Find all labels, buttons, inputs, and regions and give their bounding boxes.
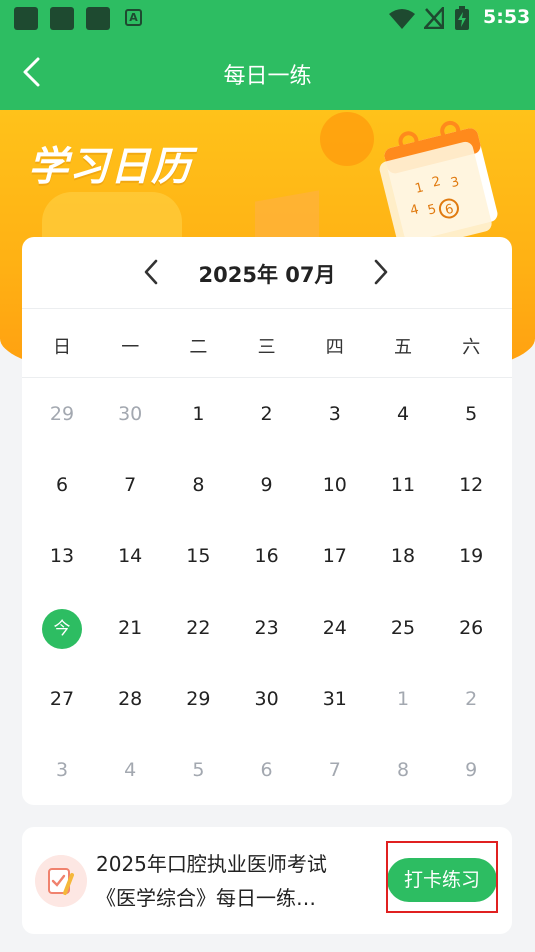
day-cell[interactable]: 6 [28, 465, 96, 505]
day-cell[interactable]: 24 [301, 608, 369, 648]
day-cell-other-month[interactable]: 8 [369, 750, 437, 790]
weekday-label: 五 [394, 337, 412, 358]
day-cell-other-month[interactable]: 29 [28, 394, 96, 434]
app-notification-icon: A [125, 9, 142, 26]
next-month-button[interactable] [365, 257, 395, 287]
day-cell[interactable]: 7 [96, 465, 164, 505]
day-cell[interactable]: 8 [164, 465, 232, 505]
practice-title-line1: 2025年口腔执业医师考试 [96, 852, 327, 876]
day-cell-other-month[interactable]: 6 [233, 750, 301, 790]
weekday-header: 日一二三四五六 [22, 309, 512, 377]
nav-bar: 每日一练 [0, 36, 535, 110]
day-cell-other-month[interactable]: 4 [96, 750, 164, 790]
day-cell[interactable]: 16 [233, 536, 301, 576]
no-signal-icon [424, 7, 444, 29]
day-cell[interactable]: 19 [437, 536, 505, 576]
day-cell-other-month[interactable]: 7 [301, 750, 369, 790]
today-day-cell[interactable]: 今 [28, 608, 96, 649]
day-cell[interactable]: 21 [96, 608, 164, 648]
today-badge: 今 [42, 608, 82, 649]
day-cell-other-month[interactable]: 1 [369, 679, 437, 719]
notification-icon [50, 7, 74, 30]
practice-card[interactable]: 2025年口腔执业医师考试 《医学综合》每日一练… 打卡练习 [22, 827, 512, 934]
day-cell[interactable]: 15 [164, 536, 232, 576]
day-cell-other-month[interactable]: 2 [437, 679, 505, 719]
weekday-label: 日 [53, 337, 71, 358]
day-cell[interactable]: 31 [301, 679, 369, 719]
weekday-label: 三 [257, 337, 276, 358]
month-header: 2025年 07月 [22, 237, 512, 308]
practice-title: 2025年口腔执业医师考试 《医学综合》每日一练… [96, 847, 381, 915]
day-cell[interactable]: 29 [164, 679, 232, 719]
day-cell[interactable]: 4 [369, 394, 437, 434]
day-cell-other-month[interactable]: 9 [437, 750, 505, 790]
page-title: 每日一练 [223, 64, 312, 89]
weekday-label: 四 [325, 337, 344, 358]
day-cell[interactable]: 13 [28, 536, 96, 576]
weekday-label: 一 [121, 337, 140, 358]
day-cell[interactable]: 11 [369, 465, 437, 505]
day-cell[interactable]: 28 [96, 679, 164, 719]
notification-icon [14, 7, 38, 30]
weekday-label: 六 [462, 337, 481, 358]
day-cell-other-month[interactable]: 30 [96, 394, 164, 434]
day-cell[interactable]: 23 [233, 608, 301, 648]
day-cell[interactable]: 30 [233, 679, 301, 719]
day-cell[interactable]: 14 [96, 536, 164, 576]
month-label: 2025年 07月 [198, 263, 336, 287]
day-cell[interactable]: 12 [437, 465, 505, 505]
highlight-frame [386, 841, 498, 913]
battery-charging-icon [455, 6, 469, 30]
clock: 5:53 [483, 6, 531, 28]
day-cell[interactable]: 3 [301, 394, 369, 434]
practice-title-line2: 《医学综合》每日一练… [96, 886, 316, 910]
calendar-illustration-icon: 1 2 3 4 5 6 [379, 120, 498, 245]
day-cell[interactable]: 10 [301, 465, 369, 505]
day-cell-other-month[interactable]: 3 [28, 750, 96, 790]
checklist-pencil-icon [35, 855, 87, 907]
weekday-label: 二 [189, 337, 208, 358]
day-cell[interactable]: 25 [369, 608, 437, 648]
divider [22, 377, 512, 378]
day-cell[interactable]: 1 [164, 394, 232, 434]
day-cell[interactable]: 2 [233, 394, 301, 434]
day-cell[interactable]: 27 [28, 679, 96, 719]
day-cell[interactable]: 22 [164, 608, 232, 648]
banner-title: 学习日历 [28, 144, 192, 190]
wifi-icon [389, 9, 415, 29]
notification-icon [86, 7, 110, 30]
day-cell[interactable]: 9 [233, 465, 301, 505]
day-cell-other-month[interactable]: 5 [164, 750, 232, 790]
day-cell[interactable]: 26 [437, 608, 505, 648]
status-bar: A 5:53 [0, 0, 535, 36]
calendar-card: 2025年 07月 日一二三四五六 29 30 1 2 3 4 5 6 7 8 9 10 11 12 13 1… [22, 237, 512, 805]
day-cell[interactable]: 18 [369, 536, 437, 576]
day-cell[interactable]: 5 [437, 394, 505, 434]
day-cell[interactable]: 17 [301, 536, 369, 576]
